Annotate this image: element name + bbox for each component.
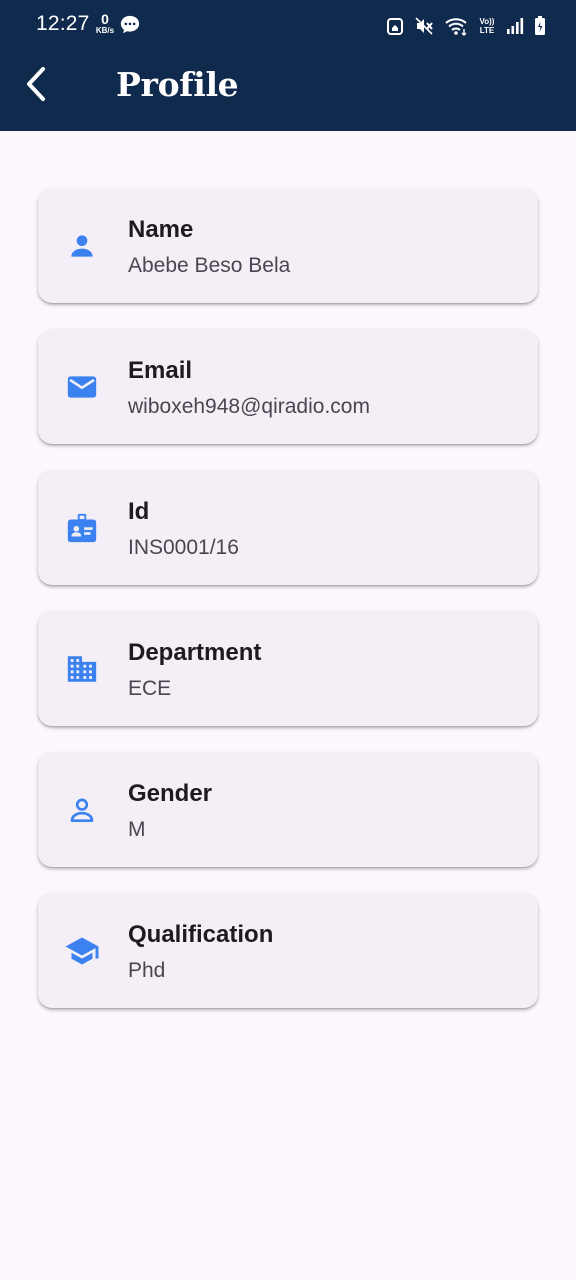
field-value: ECE [128, 677, 172, 700]
volte-indicator: Vo)) LTE [478, 17, 496, 35]
profile-card-qualification: Qualification Phd [38, 893, 538, 1008]
field-value: wiboxeh948@qiradio.com [128, 395, 370, 418]
field-value: Abebe Beso Bela [128, 254, 291, 277]
building-icon [64, 651, 100, 687]
field-label: Email [128, 357, 193, 384]
profile-card-gender: Gender M [38, 752, 538, 867]
volte-line2: LTE [479, 26, 495, 35]
field-value: M [128, 818, 146, 841]
profile-card-name: Name Abebe Beso Bela [38, 188, 538, 303]
school-icon [64, 933, 100, 969]
app-bar: Profile [0, 52, 576, 131]
status-bar: 12:27 0 KB/s Vo)) LTE [0, 0, 576, 52]
field-label: Id [128, 498, 150, 525]
profile-card-department: Department ECE [38, 611, 538, 726]
field-label: Qualification [128, 921, 274, 948]
network-speed: 0 KB/s [93, 12, 117, 35]
network-speed-value: 0 [101, 11, 109, 27]
profile-card-id: Id INS0001/16 [38, 470, 538, 585]
mute-icon [414, 16, 434, 36]
arrow-back-icon [24, 66, 48, 107]
badge-icon [64, 510, 100, 546]
battery-icon [534, 16, 546, 36]
lock-home-icon [386, 16, 404, 36]
field-label: Gender [128, 780, 213, 807]
person-icon [64, 228, 100, 264]
email-icon [64, 369, 100, 405]
profile-list: Name Abebe Beso Bela Email wiboxeh948@qi… [38, 188, 538, 1034]
back-button[interactable] [14, 64, 58, 108]
network-speed-unit: KB/s [95, 26, 115, 35]
signal-icon [506, 17, 524, 35]
field-label: Department [128, 639, 262, 666]
chat-bubble-icon [119, 14, 141, 36]
wifi-icon [444, 16, 468, 36]
profile-card-email: Email wiboxeh948@qiradio.com [38, 329, 538, 444]
field-label: Name [128, 216, 194, 243]
status-time: 12:27 [36, 12, 90, 35]
person-outline-icon [64, 792, 100, 828]
field-value: INS0001/16 [128, 536, 239, 559]
field-value: Phd [128, 959, 166, 982]
volte-line1: Vo)) [479, 17, 495, 26]
header: 12:27 0 KB/s Vo)) LTE Profile [0, 0, 576, 131]
page-title: Profile [116, 65, 239, 104]
status-icons: Vo)) LTE [386, 14, 546, 38]
